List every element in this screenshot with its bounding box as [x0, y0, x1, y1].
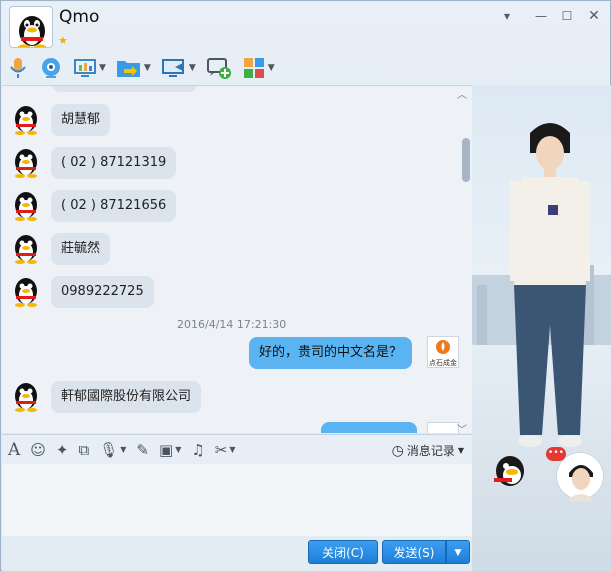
qq-penguin-logo[interactable]	[488, 451, 528, 491]
collapse-icon[interactable]: ︿	[457, 86, 467, 101]
font-icon[interactable]: A	[8, 440, 20, 460]
file-transfer-icon	[116, 61, 140, 77]
penguin-avatar-icon[interactable]	[11, 233, 41, 265]
edit-icon[interactable]: ✎	[136, 441, 149, 459]
chevron-down-icon: ▼	[457, 446, 464, 455]
my-avatar[interactable]	[427, 422, 459, 433]
my-message-bubble[interactable]: 好的，贵司的中文名是？	[248, 337, 412, 369]
logo-icon	[436, 340, 450, 354]
message-bubble[interactable]: 0989222725	[51, 276, 154, 308]
penguin-avatar-icon[interactable]	[11, 104, 41, 136]
shake-window-icon[interactable]: ⧉	[79, 441, 90, 459]
close-button[interactable]: 关闭(C)	[308, 540, 378, 564]
emoji-icon[interactable]: ☺	[30, 441, 46, 459]
main-toolbar: ▼ ▼ ▼ ▼	[7, 53, 285, 83]
screenshot-scissors-icon[interactable]: ✂ ▼	[215, 441, 236, 459]
vip-star-icon: ★	[58, 34, 68, 47]
chevron-down-icon[interactable]: ▼	[144, 63, 151, 73]
chat-window: Qmo ★ ▾ — ☐ ✕ ▼ ▼ ▼ ▼ 胡慧郁 (02) 8712131…	[0, 0, 611, 571]
message-bubble[interactable]: 莊毓然	[51, 233, 111, 265]
send-button[interactable]: 发送(S)	[382, 540, 446, 564]
partial-bubble	[52, 86, 197, 92]
chevron-down-icon[interactable]: ▼	[189, 63, 196, 73]
message-input[interactable]	[2, 464, 472, 536]
remote-desktop-icon	[161, 59, 184, 77]
create-group-icon	[206, 58, 231, 79]
message-row: 莊毓然	[11, 231, 111, 267]
video-call-button[interactable]	[39, 54, 63, 82]
message-history-button[interactable]: ◷ 消息记录 ▼	[392, 442, 464, 459]
penguin-avatar-icon[interactable]	[11, 190, 41, 222]
message-history[interactable]: 胡慧郁 ( 02 ) 87121319 ( 02 ) 87121656 莊毓然 …	[2, 85, 472, 433]
app-center-button[interactable]: ▼	[242, 54, 275, 82]
dropdown-menu-icon[interactable]: ▾	[497, 7, 517, 25]
magic-wand-icon[interactable]: ✦	[56, 441, 69, 459]
microphone-icon	[10, 58, 26, 78]
expand-icon[interactable]: ﹀	[457, 421, 467, 433]
close-icon[interactable]: ✕	[584, 7, 604, 25]
maximize-icon[interactable]: ☐	[557, 7, 577, 25]
remote-desktop-button[interactable]: ▼	[161, 54, 196, 82]
message-bubble[interactable]: ( 02 ) 87121319	[51, 147, 177, 179]
penguin-avatar-icon[interactable]	[11, 147, 41, 179]
penguin-avatar-icon[interactable]	[11, 381, 41, 413]
clock-icon: ◷	[391, 442, 404, 459]
message-row: 胡慧郁	[11, 102, 111, 138]
minimize-icon[interactable]: —	[531, 7, 551, 25]
screen-share-button[interactable]: ▼	[73, 54, 106, 82]
message-timestamp: 2016/4/14 17:21:30	[177, 318, 287, 331]
window-title: Qmo	[59, 7, 100, 27]
send-options-chevron-icon[interactable]: ▼	[446, 540, 470, 564]
voice-message-icon[interactable]: 🎙 ▼	[99, 441, 126, 459]
image-icon[interactable]: ▣ ▼	[159, 441, 181, 459]
app-grid-icon	[243, 58, 264, 78]
file-transfer-button[interactable]: ▼	[116, 54, 151, 82]
my-avatar[interactable]: 点石成金	[427, 336, 459, 368]
voice-call-button[interactable]	[7, 54, 29, 82]
input-toolbar: A ☺ ✦ ⧉ 🎙 ▼ ✎ ▣ ▼ ♫ ✂ ▼ ◷ 消息记录 ▼	[2, 434, 472, 464]
message-bubble[interactable]: 軒郁國際股份有限公司	[51, 381, 202, 413]
message-row: ( 02 ) 87121319	[11, 145, 177, 181]
avatar-caption: 点石成金	[429, 359, 457, 367]
create-group-button[interactable]	[206, 54, 232, 82]
scrollbar-thumb[interactable]	[462, 138, 470, 182]
message-history-label: 消息记录	[406, 444, 455, 458]
screen-share-icon	[74, 59, 96, 77]
message-row: ( 02 ) 87121656	[11, 188, 177, 224]
message-row: 軒郁國際股份有限公司	[11, 379, 202, 415]
music-icon[interactable]: ♫	[191, 441, 204, 459]
message-bubble[interactable]: 胡慧郁	[51, 104, 111, 136]
contact-avatar[interactable]	[9, 6, 53, 48]
chevron-down-icon[interactable]: ▼	[268, 63, 275, 73]
penguin-avatar-icon[interactable]	[11, 276, 41, 308]
message-row: 0989222725	[11, 274, 154, 310]
chevron-down-icon[interactable]: ▼	[99, 63, 106, 73]
side-show-panel: •••	[472, 85, 611, 571]
chat-bubble-icon[interactable]: •••	[546, 447, 566, 461]
webcam-icon	[42, 58, 60, 78]
message-bubble[interactable]: ( 02 ) 87121656	[51, 190, 177, 222]
partial-my-bubble	[321, 422, 417, 433]
